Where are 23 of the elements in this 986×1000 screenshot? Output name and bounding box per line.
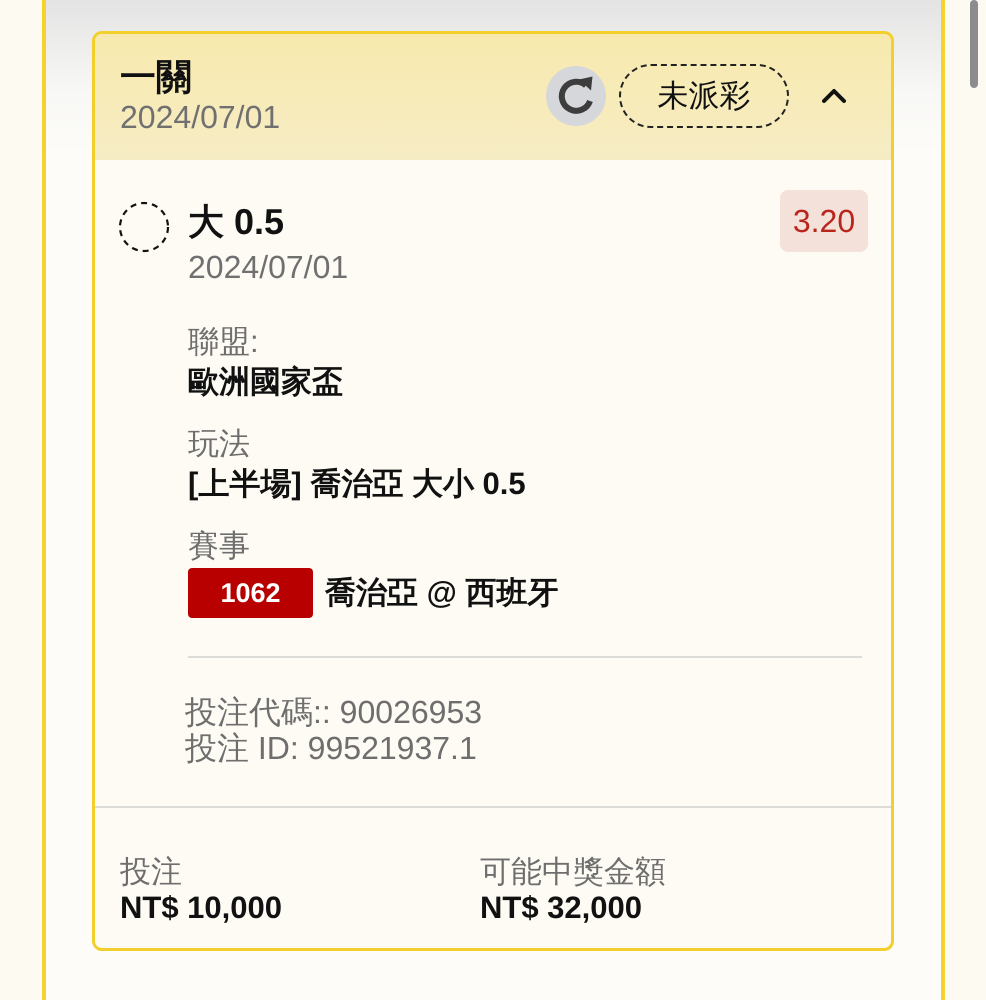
status-badge: 未派彩 — [619, 64, 789, 128]
summary-amount: NT$ 10,000 — [120, 890, 283, 926]
detail-label: 聯盟: — [188, 323, 260, 361]
summary-label: 可能中獎金額 — [480, 854, 667, 890]
odds-badge: 3.20 — [780, 190, 868, 252]
refresh-icon[interactable] — [546, 66, 606, 126]
detail-value: 歐洲國家盃 — [188, 363, 344, 401]
detail-value: [上半場] 喬治亞 大小 0.5 — [188, 465, 527, 503]
bet-date: 2024/07/01 — [120, 98, 280, 136]
bet-reference: 投注 ID: 99521937.1 — [185, 730, 478, 766]
dashed-circle-icon — [118, 201, 170, 253]
summary-amount: NT$ 32,000 — [480, 890, 643, 926]
bet-type-title: 一關 — [120, 56, 193, 98]
selection-name: 大 0.5 — [188, 200, 286, 244]
scroll-thumb[interactable] — [970, 0, 978, 88]
match-code-badge: 1062 — [188, 568, 313, 618]
summary-label: 投注 — [120, 854, 183, 890]
chevron-icon — [821, 88, 847, 104]
detail-label: 玩法 — [188, 425, 251, 463]
bet-reference: 投注代碼:: 90026953 — [185, 694, 484, 730]
match-teams: 喬治亞 @ 西班牙 — [325, 574, 558, 612]
selection-date: 2024/07/01 — [188, 248, 348, 286]
detail-label: 賽事 — [188, 527, 251, 565]
